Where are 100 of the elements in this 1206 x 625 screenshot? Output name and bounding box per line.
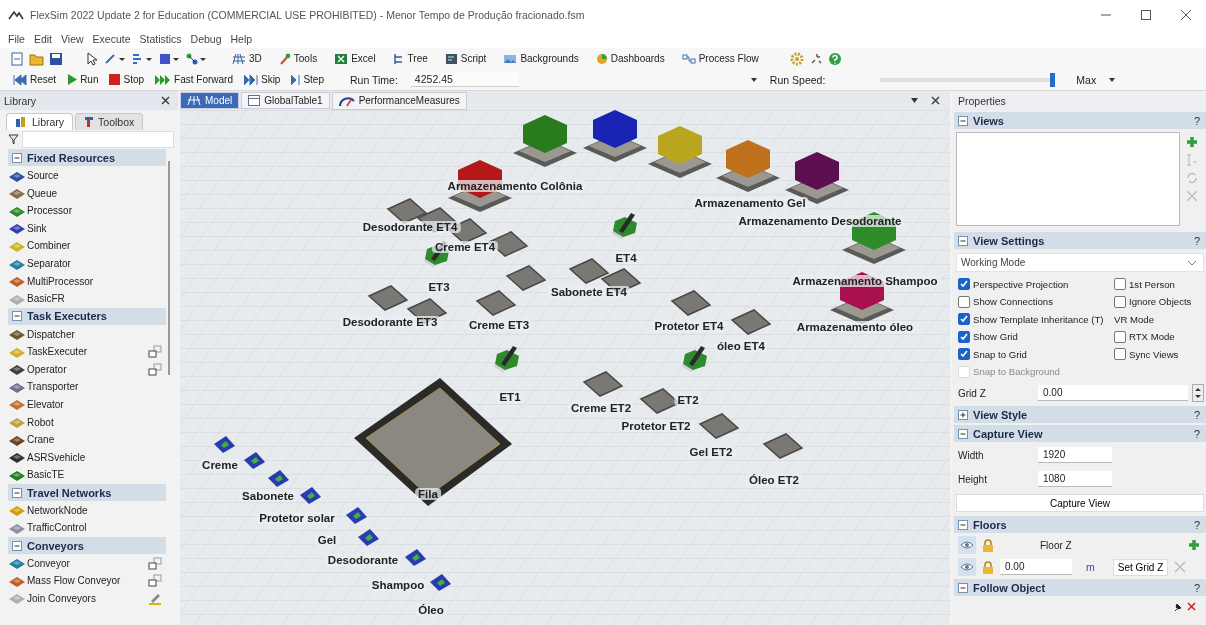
close-icon[interactable] [1180, 9, 1192, 21]
run-control-button[interactable]: Reset [10, 74, 60, 85]
two-squares-icon[interactable] [148, 574, 162, 588]
model-3d-view[interactable] [180, 110, 950, 625]
library-item[interactable]: BasicTE [27, 469, 166, 481]
filter-icon[interactable] [8, 134, 19, 145]
help-link[interactable]: ? [1193, 234, 1200, 247]
queue-tray[interactable] [582, 371, 624, 397]
save-icon[interactable] [49, 51, 63, 66]
collapse-icon[interactable] [958, 519, 968, 530]
connection-icon[interactable] [104, 51, 126, 66]
checkbox[interactable] [1114, 295, 1126, 308]
library-item[interactable]: Dispatcher [27, 328, 166, 340]
processor-machine[interactable] [681, 346, 707, 372]
source-pad[interactable] [244, 452, 265, 469]
mode-dropdown[interactable]: Working Mode [956, 253, 1204, 272]
toolbar-button[interactable]: Dashboards [592, 52, 668, 65]
menu-item[interactable]: Edit [33, 33, 52, 45]
checkbox[interactable] [958, 313, 970, 326]
queue-tray[interactable] [698, 413, 740, 439]
library-item[interactable]: ASRSvehicle [27, 451, 166, 463]
collapse-icon[interactable] [958, 115, 968, 126]
storage-rack[interactable] [648, 126, 712, 178]
eye-icon[interactable] [958, 536, 976, 554]
checkbox[interactable] [1114, 330, 1126, 343]
source-pad[interactable] [358, 529, 379, 546]
checkbox[interactable] [958, 348, 970, 361]
checkbox[interactable] [1114, 278, 1126, 291]
library-item[interactable]: BasicFR [27, 293, 166, 305]
toolbar-button[interactable]: Excel [331, 52, 379, 65]
queue-tray[interactable] [730, 309, 772, 335]
set-grid-z-button[interactable]: Set Grid Z [1112, 558, 1169, 576]
help-link[interactable]: ? [1193, 408, 1200, 421]
queue-tray[interactable] [505, 265, 547, 291]
toolbar-button[interactable]: 3D [229, 52, 265, 65]
section-header[interactable]: Capture View ? [954, 425, 1206, 442]
library-item[interactable]: TrafficControl [27, 522, 166, 534]
folder-icon[interactable] [29, 51, 44, 66]
filter-field[interactable] [22, 131, 174, 148]
dropdown-arrow-icon[interactable] [910, 96, 919, 105]
menu-item[interactable]: View [61, 33, 84, 45]
processor-machine[interactable] [611, 213, 637, 239]
menu-item[interactable]: File [8, 33, 25, 45]
pointer-icon[interactable] [85, 51, 99, 66]
close-icon[interactable] [1187, 602, 1196, 611]
pencil-icon[interactable] [148, 591, 162, 605]
collapse-icon[interactable] [12, 311, 22, 322]
source-pad[interactable] [268, 470, 289, 487]
toolbar-button[interactable]: Script [441, 52, 490, 65]
floor-z-field[interactable]: 0.00 [1000, 559, 1072, 575]
storage-rack[interactable] [513, 115, 577, 167]
plus-icon[interactable] [1186, 136, 1198, 148]
library-tab[interactable]: Library [6, 113, 74, 130]
help-link[interactable]: ? [1193, 581, 1200, 594]
checkbox[interactable] [958, 295, 970, 308]
run-control-button[interactable]: Run [64, 74, 102, 85]
maximize-icon[interactable] [1140, 9, 1152, 21]
section-header[interactable]: View Style ? [954, 406, 1206, 423]
help-link[interactable]: ? [1193, 427, 1200, 440]
checkbox[interactable] [958, 278, 970, 291]
capture-view-button[interactable]: Capture View [956, 494, 1204, 512]
collapse-icon[interactable] [12, 540, 22, 551]
document-tab[interactable]: GlobalTable1 [241, 92, 330, 109]
library-item[interactable]: Conveyor [27, 557, 147, 569]
library-item[interactable]: Elevator [27, 399, 166, 410]
queue-tray[interactable] [568, 258, 610, 284]
run-control-button[interactable]: Fast Forward [152, 74, 236, 85]
group-header[interactable]: Task Executers [8, 307, 166, 325]
run-control-button[interactable]: Stop [106, 74, 148, 85]
library-item[interactable]: Source [27, 170, 166, 182]
slider-thumb[interactable] [1050, 72, 1056, 87]
lock-icon[interactable] [982, 560, 994, 574]
library-item[interactable]: Transporter [27, 381, 166, 393]
queue-tray[interactable] [670, 290, 712, 316]
run-control-button[interactable]: Step [288, 74, 327, 85]
group-header[interactable]: Fixed Resources [8, 149, 166, 167]
menu-item[interactable]: Statistics [139, 33, 182, 45]
group-header[interactable]: Travel Networks [8, 484, 166, 502]
source-pad[interactable] [405, 549, 426, 566]
source-pad[interactable] [214, 436, 235, 453]
expand-icon[interactable] [958, 409, 968, 420]
library-item[interactable]: Join Conveyors [27, 592, 147, 604]
library-item[interactable]: TaskExecuter [27, 346, 147, 358]
capture-size-field[interactable]: 1920 [1038, 447, 1112, 463]
library-item[interactable]: Crane [27, 434, 166, 446]
spinner-icon[interactable] [1192, 384, 1204, 402]
section-header[interactable]: Floors ? [954, 516, 1206, 533]
run-control-button[interactable]: Skip [240, 74, 284, 85]
library-item[interactable]: Separator [27, 258, 166, 270]
library-item[interactable]: Processor [27, 205, 166, 217]
menu-item[interactable]: Debug [190, 33, 222, 45]
collapse-icon[interactable] [958, 235, 968, 246]
source-pad[interactable] [300, 487, 321, 504]
toolbar-button[interactable]: Tools [275, 52, 321, 65]
help-link[interactable]: ? [1193, 114, 1200, 127]
pin-icon[interactable] [1173, 602, 1183, 612]
grid-z-field[interactable]: 0.00 [1038, 385, 1188, 401]
collapse-icon[interactable] [12, 487, 22, 498]
two-squares-icon[interactable] [148, 362, 162, 376]
help-link[interactable]: ? [1193, 518, 1200, 531]
